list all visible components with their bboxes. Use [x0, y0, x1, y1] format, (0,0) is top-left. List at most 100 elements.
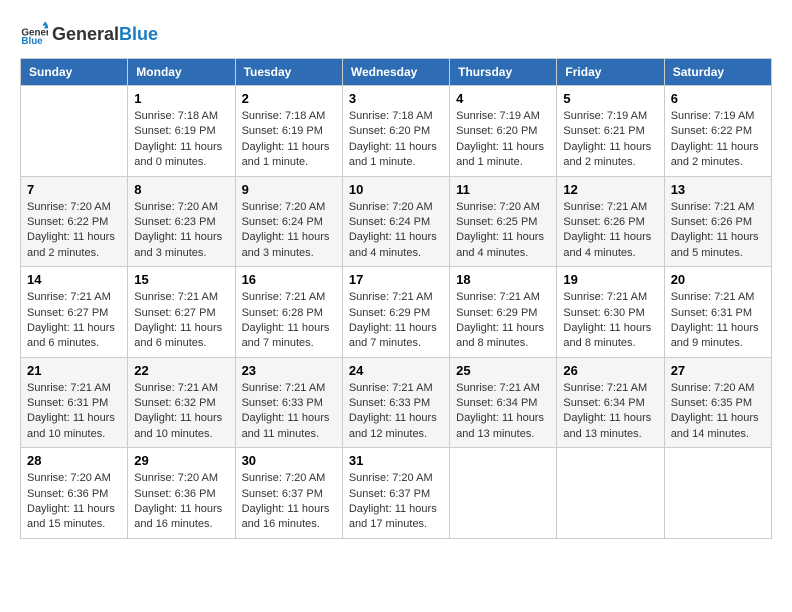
sunset-text: Sunset: 6:27 PM	[27, 306, 121, 321]
sunset-text: Sunset: 6:23 PM	[134, 215, 228, 230]
day-info: Sunrise: 7:21 AM Sunset: 6:31 PM Dayligh…	[671, 290, 765, 352]
calendar-cell: 22 Sunrise: 7:21 AM Sunset: 6:32 PM Dayl…	[128, 357, 235, 448]
daylight-text: Daylight: 11 hours and 9 minutes.	[671, 321, 765, 352]
sunrise-text: Sunrise: 7:19 AM	[563, 109, 657, 124]
day-info: Sunrise: 7:21 AM Sunset: 6:29 PM Dayligh…	[456, 290, 550, 352]
daylight-text: Daylight: 11 hours and 11 minutes.	[242, 411, 336, 442]
day-info: Sunrise: 7:21 AM Sunset: 6:26 PM Dayligh…	[671, 200, 765, 262]
day-info: Sunrise: 7:20 AM Sunset: 6:37 PM Dayligh…	[242, 471, 336, 533]
daylight-text: Daylight: 11 hours and 10 minutes.	[27, 411, 121, 442]
daylight-text: Daylight: 11 hours and 13 minutes.	[456, 411, 550, 442]
sunrise-text: Sunrise: 7:21 AM	[27, 381, 121, 396]
sunset-text: Sunset: 6:29 PM	[349, 306, 443, 321]
daylight-text: Daylight: 11 hours and 7 minutes.	[349, 321, 443, 352]
logo: General Blue General Blue	[20, 20, 158, 48]
sunset-text: Sunset: 6:35 PM	[671, 396, 765, 411]
sunrise-text: Sunrise: 7:20 AM	[134, 471, 228, 486]
sunset-text: Sunset: 6:22 PM	[27, 215, 121, 230]
day-info: Sunrise: 7:20 AM Sunset: 6:37 PM Dayligh…	[349, 471, 443, 533]
logo-blue-text: Blue	[119, 24, 158, 45]
day-number: 7	[27, 182, 121, 197]
calendar-week-1: 1 Sunrise: 7:18 AM Sunset: 6:19 PM Dayli…	[21, 86, 772, 177]
sunset-text: Sunset: 6:34 PM	[456, 396, 550, 411]
day-number: 1	[134, 91, 228, 106]
sunset-text: Sunset: 6:34 PM	[563, 396, 657, 411]
logo-general-text: General	[52, 24, 119, 45]
col-header-tuesday: Tuesday	[235, 59, 342, 86]
day-number: 17	[349, 272, 443, 287]
calendar-cell: 8 Sunrise: 7:20 AM Sunset: 6:23 PM Dayli…	[128, 176, 235, 267]
calendar-week-5: 28 Sunrise: 7:20 AM Sunset: 6:36 PM Dayl…	[21, 448, 772, 539]
calendar-cell: 14 Sunrise: 7:21 AM Sunset: 6:27 PM Dayl…	[21, 267, 128, 358]
calendar-cell: 17 Sunrise: 7:21 AM Sunset: 6:29 PM Dayl…	[342, 267, 449, 358]
sunrise-text: Sunrise: 7:21 AM	[563, 290, 657, 305]
sunrise-text: Sunrise: 7:20 AM	[27, 200, 121, 215]
daylight-text: Daylight: 11 hours and 1 minute.	[242, 140, 336, 171]
calendar-cell: 7 Sunrise: 7:20 AM Sunset: 6:22 PM Dayli…	[21, 176, 128, 267]
calendar-week-4: 21 Sunrise: 7:21 AM Sunset: 6:31 PM Dayl…	[21, 357, 772, 448]
sunrise-text: Sunrise: 7:19 AM	[671, 109, 765, 124]
calendar-cell: 11 Sunrise: 7:20 AM Sunset: 6:25 PM Dayl…	[450, 176, 557, 267]
day-number: 18	[456, 272, 550, 287]
daylight-text: Daylight: 11 hours and 0 minutes.	[134, 140, 228, 171]
calendar-cell: 31 Sunrise: 7:20 AM Sunset: 6:37 PM Dayl…	[342, 448, 449, 539]
col-header-friday: Friday	[557, 59, 664, 86]
daylight-text: Daylight: 11 hours and 4 minutes.	[456, 230, 550, 261]
calendar-cell: 3 Sunrise: 7:18 AM Sunset: 6:20 PM Dayli…	[342, 86, 449, 177]
calendar-cell: 19 Sunrise: 7:21 AM Sunset: 6:30 PM Dayl…	[557, 267, 664, 358]
day-number: 10	[349, 182, 443, 197]
sunrise-text: Sunrise: 7:21 AM	[134, 290, 228, 305]
calendar-cell: 21 Sunrise: 7:21 AM Sunset: 6:31 PM Dayl…	[21, 357, 128, 448]
calendar-cell	[21, 86, 128, 177]
sunset-text: Sunset: 6:26 PM	[671, 215, 765, 230]
day-info: Sunrise: 7:21 AM Sunset: 6:26 PM Dayligh…	[563, 200, 657, 262]
sunrise-text: Sunrise: 7:20 AM	[349, 471, 443, 486]
daylight-text: Daylight: 11 hours and 4 minutes.	[563, 230, 657, 261]
day-number: 4	[456, 91, 550, 106]
day-number: 24	[349, 363, 443, 378]
sunrise-text: Sunrise: 7:20 AM	[456, 200, 550, 215]
col-header-wednesday: Wednesday	[342, 59, 449, 86]
day-number: 9	[242, 182, 336, 197]
day-info: Sunrise: 7:20 AM Sunset: 6:24 PM Dayligh…	[349, 200, 443, 262]
calendar-cell: 10 Sunrise: 7:20 AM Sunset: 6:24 PM Dayl…	[342, 176, 449, 267]
daylight-text: Daylight: 11 hours and 1 minute.	[456, 140, 550, 171]
calendar-cell	[450, 448, 557, 539]
calendar-cell	[557, 448, 664, 539]
sunrise-text: Sunrise: 7:21 AM	[563, 381, 657, 396]
sunset-text: Sunset: 6:33 PM	[242, 396, 336, 411]
sunset-text: Sunset: 6:20 PM	[456, 124, 550, 139]
sunset-text: Sunset: 6:19 PM	[134, 124, 228, 139]
day-number: 31	[349, 453, 443, 468]
daylight-text: Daylight: 11 hours and 8 minutes.	[563, 321, 657, 352]
day-number: 14	[27, 272, 121, 287]
daylight-text: Daylight: 11 hours and 2 minutes.	[27, 230, 121, 261]
calendar-cell: 28 Sunrise: 7:20 AM Sunset: 6:36 PM Dayl…	[21, 448, 128, 539]
day-info: Sunrise: 7:19 AM Sunset: 6:20 PM Dayligh…	[456, 109, 550, 171]
day-info: Sunrise: 7:20 AM Sunset: 6:22 PM Dayligh…	[27, 200, 121, 262]
day-number: 22	[134, 363, 228, 378]
sunset-text: Sunset: 6:19 PM	[242, 124, 336, 139]
daylight-text: Daylight: 11 hours and 16 minutes.	[242, 502, 336, 533]
sunrise-text: Sunrise: 7:18 AM	[349, 109, 443, 124]
sunset-text: Sunset: 6:36 PM	[134, 487, 228, 502]
day-number: 11	[456, 182, 550, 197]
sunset-text: Sunset: 6:29 PM	[456, 306, 550, 321]
calendar-cell: 24 Sunrise: 7:21 AM Sunset: 6:33 PM Dayl…	[342, 357, 449, 448]
day-info: Sunrise: 7:19 AM Sunset: 6:21 PM Dayligh…	[563, 109, 657, 171]
day-number: 27	[671, 363, 765, 378]
day-number: 20	[671, 272, 765, 287]
day-number: 5	[563, 91, 657, 106]
daylight-text: Daylight: 11 hours and 14 minutes.	[671, 411, 765, 442]
day-number: 12	[563, 182, 657, 197]
sunrise-text: Sunrise: 7:20 AM	[242, 471, 336, 486]
sunset-text: Sunset: 6:28 PM	[242, 306, 336, 321]
daylight-text: Daylight: 11 hours and 16 minutes.	[134, 502, 228, 533]
calendar-cell	[664, 448, 771, 539]
day-info: Sunrise: 7:21 AM Sunset: 6:27 PM Dayligh…	[27, 290, 121, 352]
day-info: Sunrise: 7:21 AM Sunset: 6:33 PM Dayligh…	[349, 381, 443, 443]
calendar-cell: 16 Sunrise: 7:21 AM Sunset: 6:28 PM Dayl…	[235, 267, 342, 358]
day-number: 21	[27, 363, 121, 378]
sunrise-text: Sunrise: 7:20 AM	[242, 200, 336, 215]
sunrise-text: Sunrise: 7:20 AM	[671, 381, 765, 396]
